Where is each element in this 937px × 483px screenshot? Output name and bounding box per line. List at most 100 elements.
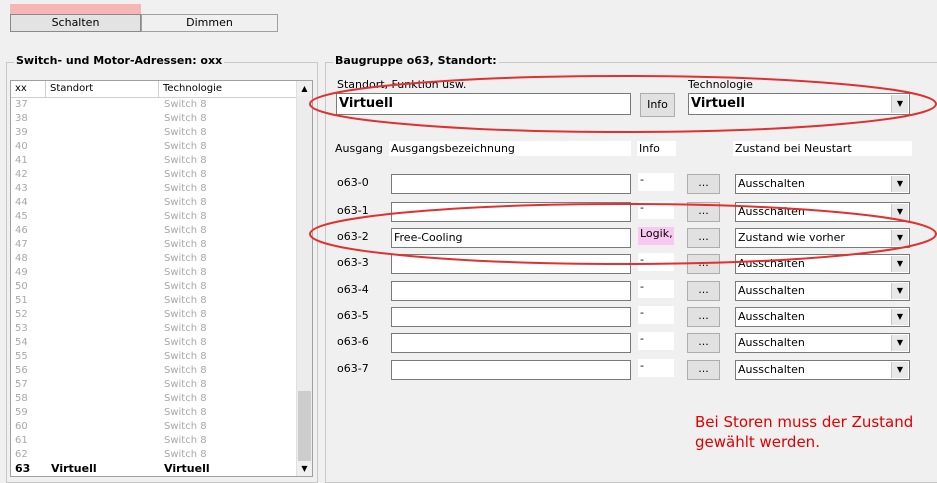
standort-input[interactable]: Virtuell [336,93,631,115]
output-details-button[interactable]: ... [687,281,720,301]
list-row[interactable]: 44 Switch 8 [11,196,299,210]
column-header-technologie[interactable]: Technologie [159,81,299,97]
output-bezeichnung-input[interactable]: Free-Cooling [391,228,631,248]
list-row[interactable]: 63 Virtuell Virtuell [11,462,299,476]
row-technologie: Switch 8 [164,183,207,194]
output-zustand-select[interactable]: Zustand wie vorher ▼ [735,228,910,248]
list-row[interactable]: 38 Switch 8 [11,112,299,126]
list-row[interactable]: 41 Switch 8 [11,154,299,168]
output-details-button[interactable]: ... [687,333,720,353]
tab-dimmen[interactable]: Dimmen [141,14,278,32]
output-name: o63-4 [337,283,369,296]
output-bezeichnung-input[interactable] [391,202,631,222]
output-info: Logik, F [638,227,674,245]
scroll-thumb[interactable] [298,391,311,461]
standort-label: Standort, Funktion usw. [337,78,467,91]
chevron-down-icon[interactable]: ▼ [891,256,908,272]
address-list[interactable]: xx Standort Technologie 37 Switch 8 38 Swit… [10,80,313,477]
output-details-button[interactable]: ... [687,228,720,248]
list-row[interactable]: 55 Switch 8 [11,350,299,364]
output-details-button[interactable]: ... [687,307,720,327]
list-row[interactable]: 45 Switch 8 [11,210,299,224]
storen-note-line1: Bei Storen muss der Zustand [695,413,914,431]
row-technologie: Switch 8 [164,169,207,180]
output-zustand-value: Ausschalten [738,257,805,270]
list-row[interactable]: 39 Switch 8 [11,126,299,140]
output-zustand-select[interactable]: Ausschalten ▼ [735,254,910,274]
output-name: o63-0 [337,176,369,189]
output-details-button[interactable]: ... [687,254,720,274]
output-zustand-value: Ausschalten [738,284,805,297]
list-row[interactable]: 46 Switch 8 [11,224,299,238]
list-row[interactable]: 56 Switch 8 [11,364,299,378]
scroll-up-icon[interactable]: ▲ [297,81,312,96]
scroll-down-icon[interactable]: ▼ [297,461,312,476]
chevron-down-icon[interactable]: ▼ [891,95,908,113]
chevron-down-icon[interactable]: ▼ [891,204,908,220]
output-details-button[interactable]: ... [687,360,720,380]
list-row[interactable]: 54 Switch 8 [11,336,299,350]
output-details-button[interactable]: ... [687,174,720,194]
output-zustand-select[interactable]: Ausschalten ▼ [735,307,910,327]
output-info: - [638,280,674,298]
output-bezeichnung-input[interactable] [391,333,631,353]
output-zustand-select[interactable]: Ausschalten ▼ [735,333,910,353]
list-row[interactable]: 57 Switch 8 [11,378,299,392]
chevron-down-icon[interactable]: ▼ [891,230,908,246]
output-zustand-value: Zustand wie vorher [738,231,845,244]
output-zustand-select[interactable]: Ausschalten ▼ [735,360,910,380]
list-row[interactable]: 48 Switch 8 [11,252,299,266]
chevron-down-icon[interactable]: ▼ [891,335,908,351]
row-xx: 37 [15,99,28,110]
output-bezeichnung-input[interactable] [391,174,631,194]
list-scrollbar[interactable]: ▲ ▼ [296,81,312,476]
output-bezeichnung-input[interactable] [391,281,631,301]
chevron-down-icon[interactable]: ▼ [891,309,908,325]
output-details-button[interactable]: ... [687,202,720,222]
technologie-select[interactable]: Virtuell ▼ [688,93,910,115]
row-xx: 41 [15,155,28,166]
list-row[interactable]: 42 Switch 8 [11,168,299,182]
row-xx: 56 [15,365,28,376]
header-ausgang: Ausgang [335,142,383,155]
output-bezeichnung-input[interactable] [391,254,631,274]
list-row[interactable]: 40 Switch 8 [11,140,299,154]
row-xx: 62 [15,449,28,460]
list-row[interactable]: 52 Switch 8 [11,308,299,322]
row-xx: 42 [15,169,28,180]
list-row[interactable]: 60 Switch 8 [11,420,299,434]
column-header-standort[interactable]: Standort [46,81,159,97]
list-row[interactable]: 62 Switch 8 [11,448,299,462]
output-zustand-select[interactable]: Ausschalten ▼ [735,202,910,222]
output-info: - [638,253,674,271]
storen-note: Bei Storen muss der Zustand gewählt werd… [695,412,913,452]
chevron-down-icon[interactable]: ▼ [891,362,908,378]
output-bezeichnung-input[interactable] [391,307,631,327]
list-row[interactable]: 43 Switch 8 [11,182,299,196]
row-xx: 48 [15,253,28,264]
chevron-down-icon[interactable]: ▼ [891,283,908,299]
chevron-down-icon[interactable]: ▼ [891,176,908,192]
row-xx: 43 [15,183,28,194]
row-xx: 59 [15,407,28,418]
list-row[interactable]: 58 Switch 8 [11,392,299,406]
info-button[interactable]: Info [640,93,675,117]
output-zustand-select[interactable]: Ausschalten ▼ [735,281,910,301]
column-header-xx[interactable]: xx [11,81,46,97]
output-zustand-select[interactable]: Ausschalten ▼ [735,174,910,194]
list-row[interactable]: 61 Switch 8 [11,434,299,448]
output-name: o63-3 [337,256,369,269]
list-row[interactable]: 50 Switch 8 [11,280,299,294]
list-row[interactable]: 51 Switch 8 [11,294,299,308]
row-technologie: Switch 8 [164,281,207,292]
list-row[interactable]: 59 Switch 8 [11,406,299,420]
list-row[interactable]: 49 Switch 8 [11,266,299,280]
list-row[interactable]: 53 Switch 8 [11,322,299,336]
output-bezeichnung-input[interactable] [391,360,631,380]
row-xx: 53 [15,323,28,334]
list-row[interactable]: 37 Switch 8 [11,98,299,112]
tab-schalten[interactable]: Schalten [10,14,141,32]
row-technologie: Switch 8 [164,323,207,334]
row-technologie: Switch 8 [164,113,207,124]
list-row[interactable]: 47 Switch 8 [11,238,299,252]
